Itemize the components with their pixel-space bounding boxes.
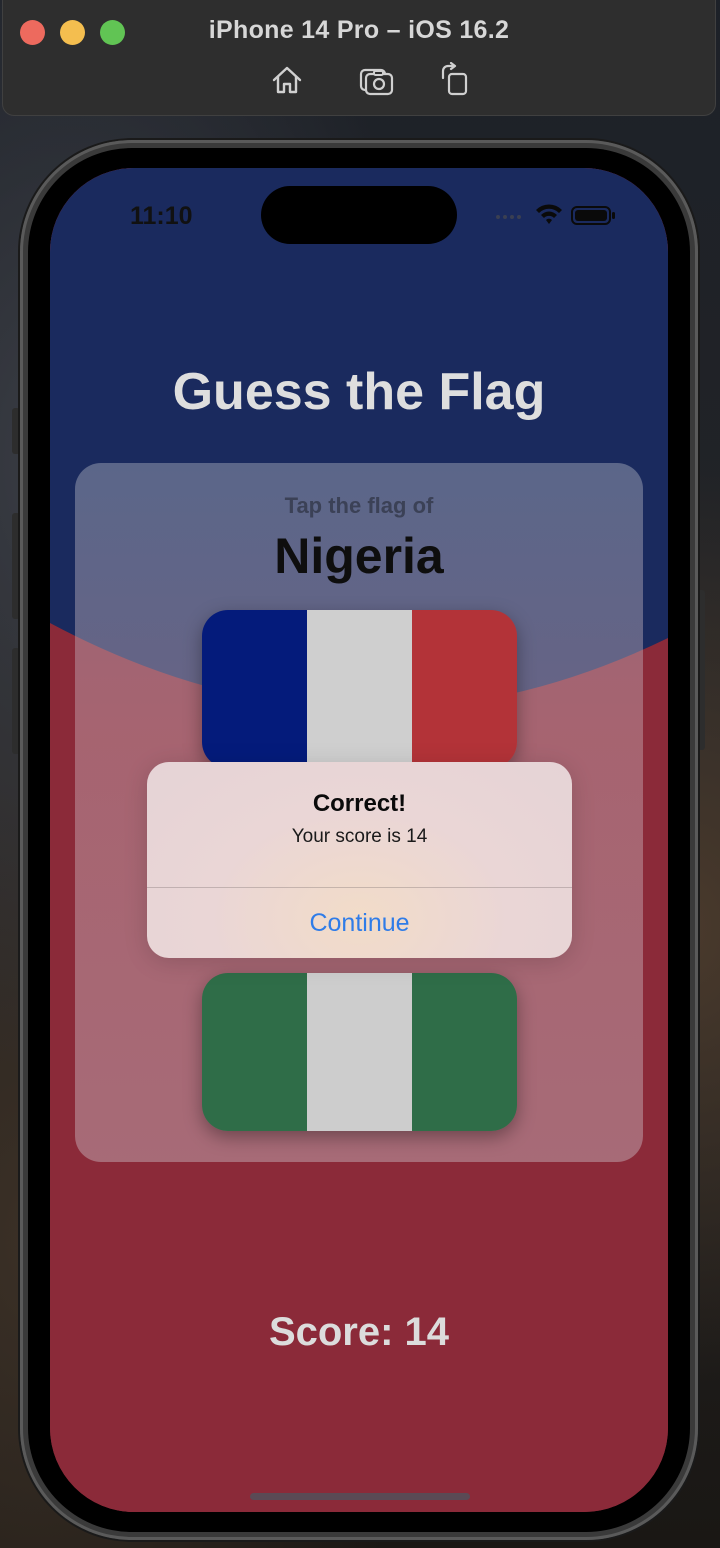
phone-screen: 11:10 Guess the Flag Tap the flag of Nig… [50,168,668,1512]
flag-stripe [307,610,412,768]
flag-button-france[interactable] [202,610,517,768]
flag-stripe [202,973,307,1131]
home-icon[interactable] [269,62,305,98]
alert-title: Correct! [312,790,407,817]
question-prompt: Tap the flag of [284,493,434,518]
app-title: Guess the Flag [172,363,546,421]
screenshot-icon[interactable] [358,62,394,98]
volume-down-button [12,648,20,754]
cellular-icon [496,215,521,219]
volume-up-button [12,513,20,619]
window-title: iPhone 14 Pro – iOS 16.2 [208,16,510,44]
flag-stripe [202,610,307,768]
alert-message: Your score is 14 [291,826,428,847]
flag-stripe [307,973,412,1131]
dynamic-island [261,186,457,244]
continue-button[interactable]: Continue [147,888,572,958]
action-button [12,408,20,454]
power-button [697,590,705,750]
score-label: Score: 14 [268,1310,450,1354]
target-country: Nigeria [274,528,444,584]
flag-stripe [412,610,517,768]
simulator-titlebar: iPhone 14 Pro – iOS 16.2 [2,0,716,116]
flag-stripe [412,973,517,1131]
result-alert: Correct! Your score is 14 Continue [147,762,572,958]
status-icons [496,204,615,225]
status-time: 11:10 [130,202,193,230]
flag-button-nigeria[interactable] [202,973,517,1131]
battery-icon [571,206,615,225]
home-indicator[interactable] [250,1493,470,1500]
wifi-icon [536,204,562,224]
rotate-icon[interactable] [437,62,473,98]
